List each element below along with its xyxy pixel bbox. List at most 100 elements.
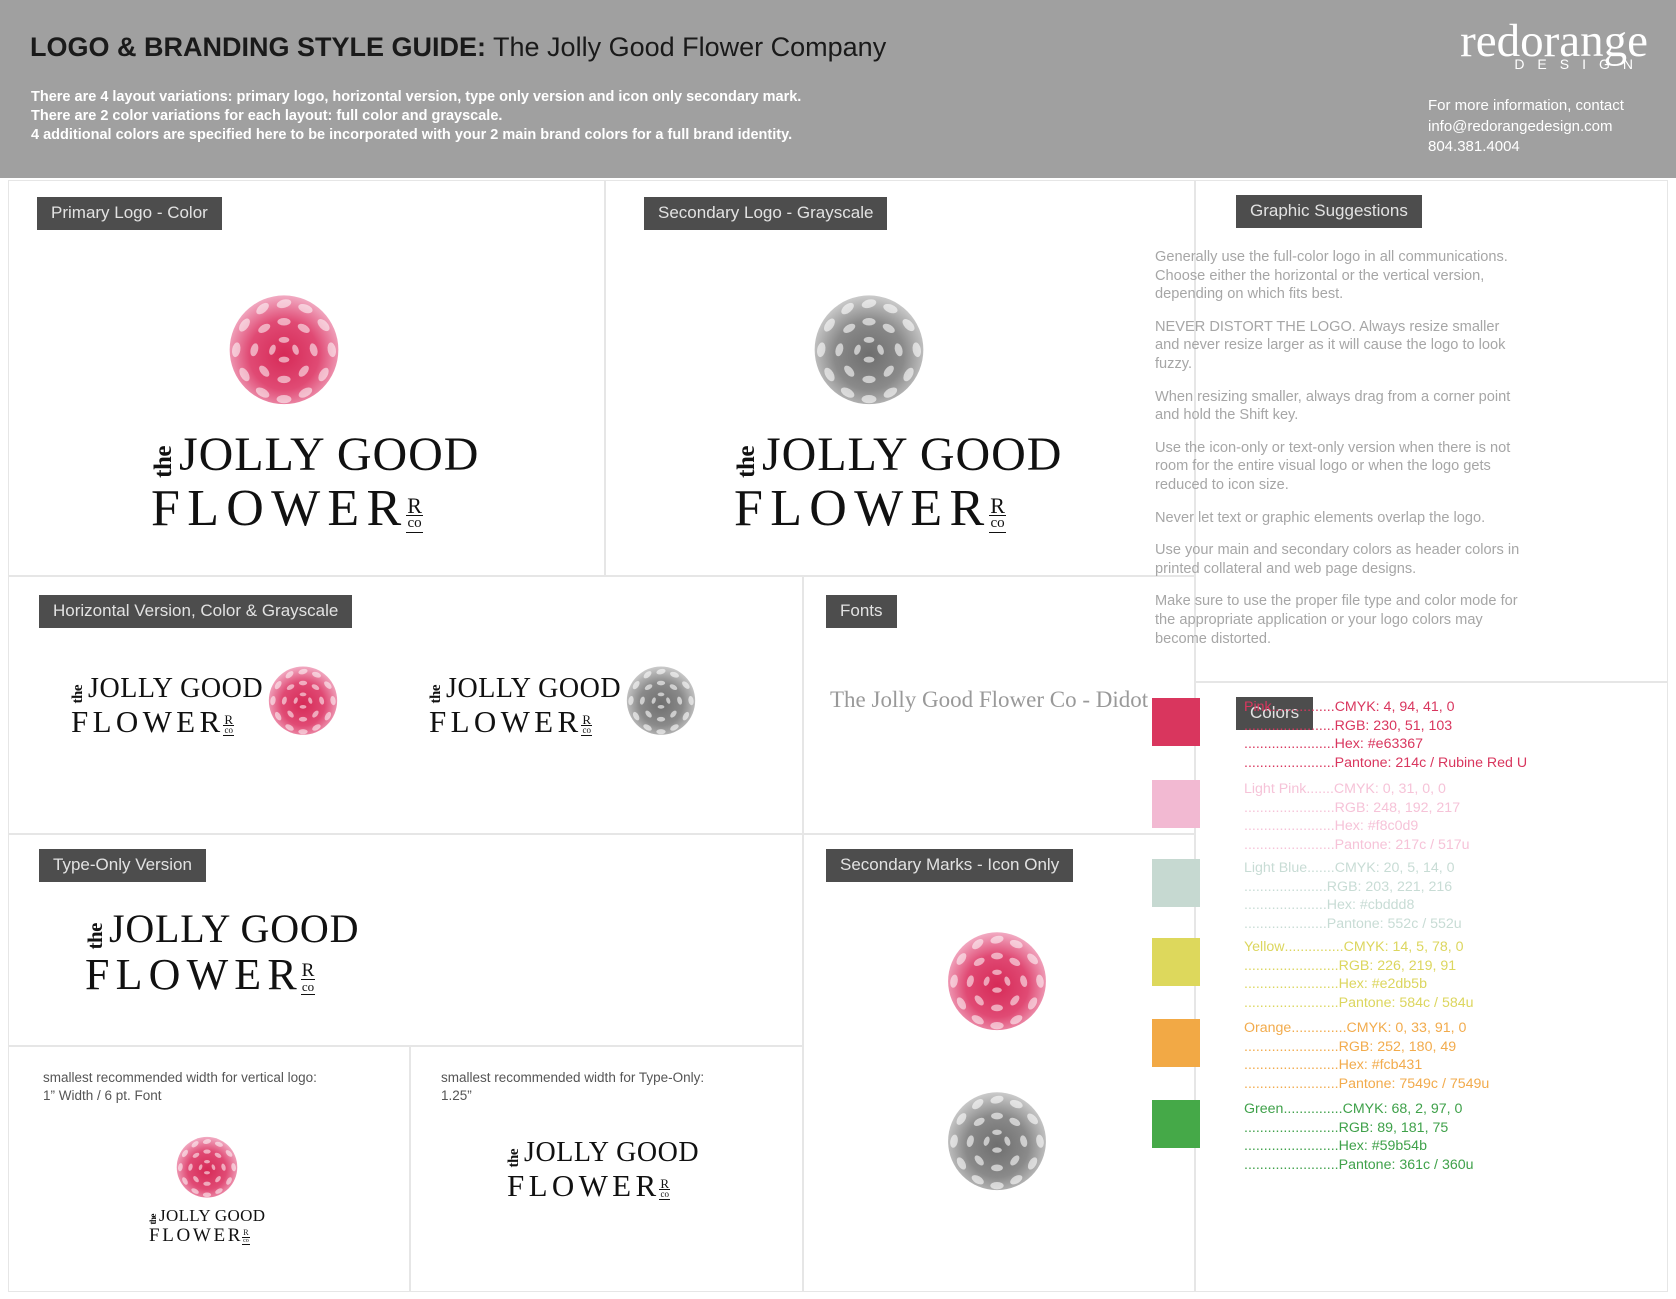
lockup-co: co — [300, 979, 316, 995]
color-row-light-pink: Light Pink.......CMYK: 0, 31, 0, 0 .....… — [1152, 780, 1470, 854]
color-details: Orange..............CMYK: 0, 33, 91, 0 .… — [1244, 1019, 1489, 1093]
color-line-hex: .......................Hex: #e63367 — [1244, 735, 1527, 754]
color-row-yellow: Yellow...............CMYK: 14, 5, 78, 0 … — [1152, 938, 1474, 1012]
label-secondary-logo-wrap: Secondary Logo - Grayscale — [644, 197, 888, 230]
lockup-the: the — [148, 1213, 158, 1225]
color-dots: ..................... — [1244, 915, 1327, 932]
lockup-rco: R co — [406, 494, 423, 533]
color-dots: ....................... — [1244, 717, 1335, 734]
lockup-row-1: the JOLLY GOOD — [83, 909, 359, 950]
panel-type-only: Type-Only Version the JOLLY GOOD FLOWER … — [8, 834, 803, 1046]
label-primary-logo: Primary Logo - Color — [37, 197, 222, 230]
color-swatch — [1152, 859, 1200, 907]
color-hex: Hex: #f8c0d9 — [1334, 818, 1419, 835]
color-rgb: RGB: 226, 219, 91 — [1338, 957, 1457, 974]
color-line-pantone: .......................Pantone: 214c / R… — [1244, 754, 1527, 773]
color-line-rgb: .......................RGB: 248, 192, 21… — [1244, 799, 1470, 818]
contact-block: For more information, contact info@redor… — [1428, 96, 1648, 158]
lockup-co: co — [223, 724, 234, 736]
note-vertical-line-1: smallest recommended width for vertical … — [43, 1070, 317, 1085]
color-row-orange: Orange..............CMYK: 0, 33, 91, 0 .… — [1152, 1019, 1489, 1093]
label-fonts: Fonts — [826, 595, 897, 628]
page-title-strong: LOGO & BRANDING STYLE GUIDE: — [30, 32, 487, 62]
lockup-co: co — [242, 1236, 250, 1245]
graphic-suggestions-body: Generally use the full-color logo in all… — [1155, 248, 1527, 662]
header-description: There are 4 layout variations: primary l… — [31, 88, 801, 145]
lockup-the: the — [70, 684, 86, 704]
contact-email[interactable]: info@redorangedesign.com — [1428, 117, 1648, 138]
color-dots: ........................ — [1244, 1138, 1339, 1155]
page-title: LOGO & BRANDING STYLE GUIDE: The Jolly G… — [30, 32, 886, 63]
color-cmyk: CMYK: 14, 5, 78, 0 — [1343, 939, 1464, 955]
color-dots: ..................... — [1244, 878, 1327, 895]
color-dots: ..................... — [1244, 897, 1327, 914]
label-fonts-wrap: Fonts — [826, 595, 897, 628]
color-hex: Hex: #e2db5b — [1338, 976, 1427, 993]
color-dots: ........................ — [1244, 1075, 1339, 1092]
color-line-cmyk: Light Pink.......CMYK: 0, 31, 0, 0 — [1244, 780, 1470, 799]
color-hex: Hex: #fcb431 — [1338, 1057, 1423, 1074]
mini-vertical-lockup: the JOLLY GOOD FLOWER R co — [148, 1207, 265, 1245]
color-swatch — [1152, 698, 1200, 746]
color-line-cmyk: Orange..............CMYK: 0, 33, 91, 0 — [1244, 1019, 1489, 1038]
lockup-flower: FLOWER — [429, 704, 583, 739]
suggestion-paragraph: When resizing smaller, always drag from … — [1155, 388, 1511, 424]
color-line-rgb: ........................RGB: 252, 180, 4… — [1244, 1038, 1489, 1057]
horizontal-lockup-color: the JOLLY GOOD FLOWER R co — [70, 675, 263, 738]
color-dots: ....... — [1307, 860, 1335, 876]
color-line-hex: .......................Hex: #f8c0d9 — [1244, 817, 1470, 836]
color-swatch — [1152, 1019, 1200, 1067]
lockup-rco: R co — [300, 961, 316, 995]
lockup-the: the — [506, 1148, 522, 1168]
lockup-rco: R co — [242, 1227, 250, 1245]
color-line-pantone: ........................Pantone: 361c / … — [1244, 1156, 1474, 1175]
color-dots: ....................... — [1244, 799, 1335, 816]
lockup-the: the — [83, 922, 107, 950]
label-type-only-wrap: Type-Only Version — [39, 849, 206, 882]
flower-icon-grayscale-small — [609, 653, 713, 741]
color-name: Yellow — [1244, 939, 1285, 955]
color-pantone: Pantone: 214c / Rubine Red U — [1334, 754, 1528, 771]
lockup-flower: FLOWER — [151, 480, 409, 537]
color-line-cmyk: Yellow...............CMYK: 14, 5, 78, 0 — [1244, 938, 1474, 957]
contact-phone[interactable]: 804.381.4004 — [1428, 137, 1648, 158]
color-swatch — [1152, 1100, 1200, 1148]
color-hex: Hex: #cbddd8 — [1326, 897, 1415, 914]
suggestion-paragraph: Make sure to use the proper file type an… — [1155, 593, 1518, 647]
lockup-co: co — [659, 1188, 670, 1200]
color-line-rgb: ........................RGB: 226, 219, 9… — [1244, 957, 1474, 976]
label-secondary-logo: Secondary Logo - Grayscale — [644, 197, 888, 230]
lockup-r: R — [243, 1227, 249, 1237]
lockup-co: co — [989, 515, 1006, 533]
color-dots: .............. — [1291, 1020, 1347, 1036]
color-details: Pink................CMYK: 4, 94, 41, 0 .… — [1244, 698, 1527, 772]
lockup-r: R — [990, 492, 1005, 518]
lockup-row-1: the JOLLY GOOD — [733, 431, 1062, 479]
color-dots: ........................ — [1244, 1038, 1339, 1055]
color-pantone: Pantone: 361c / 360u — [1338, 1156, 1474, 1173]
color-name: Light Pink — [1244, 781, 1307, 797]
color-name: Green — [1244, 1101, 1284, 1117]
panel-primary-logo: Primary Logo - Color the JOLLY GOOD FLOW… — [8, 180, 605, 576]
color-line-pantone: .....................Pantone: 552c / 552… — [1244, 915, 1462, 934]
color-pantone: Pantone: 552c / 552u — [1326, 915, 1462, 932]
lockup-row-1: the JOLLY GOOD — [150, 431, 479, 479]
color-dots: ........................ — [1244, 994, 1339, 1011]
color-pantone: Pantone: 217c / 517u — [1334, 836, 1470, 853]
flower-icon-color — [199, 274, 369, 414]
color-hex: Hex: #59b54b — [1338, 1138, 1427, 1155]
label-type-only: Type-Only Version — [39, 849, 206, 882]
lockup-flower: FLOWER — [85, 950, 303, 999]
color-dots: ................ — [1271, 699, 1335, 715]
lockup-jolly-good: JOLLY GOOD — [524, 1137, 700, 1168]
color-row-green: Green...............CMYK: 68, 2, 97, 0 .… — [1152, 1100, 1474, 1174]
lockup-row-2: FLOWER R co — [734, 483, 1062, 535]
color-cmyk: CMYK: 68, 2, 97, 0 — [1342, 1101, 1463, 1117]
color-swatch — [1152, 780, 1200, 828]
label-secondary-marks: Secondary Marks - Icon Only — [826, 849, 1074, 882]
lockup-r: R — [224, 711, 234, 727]
lockup-r: R — [582, 711, 592, 727]
color-name: Light Blue — [1244, 860, 1308, 876]
redorange-design-logo: redorange DESIGN — [1460, 16, 1648, 72]
flower-icon-mini-color — [161, 1125, 253, 1203]
